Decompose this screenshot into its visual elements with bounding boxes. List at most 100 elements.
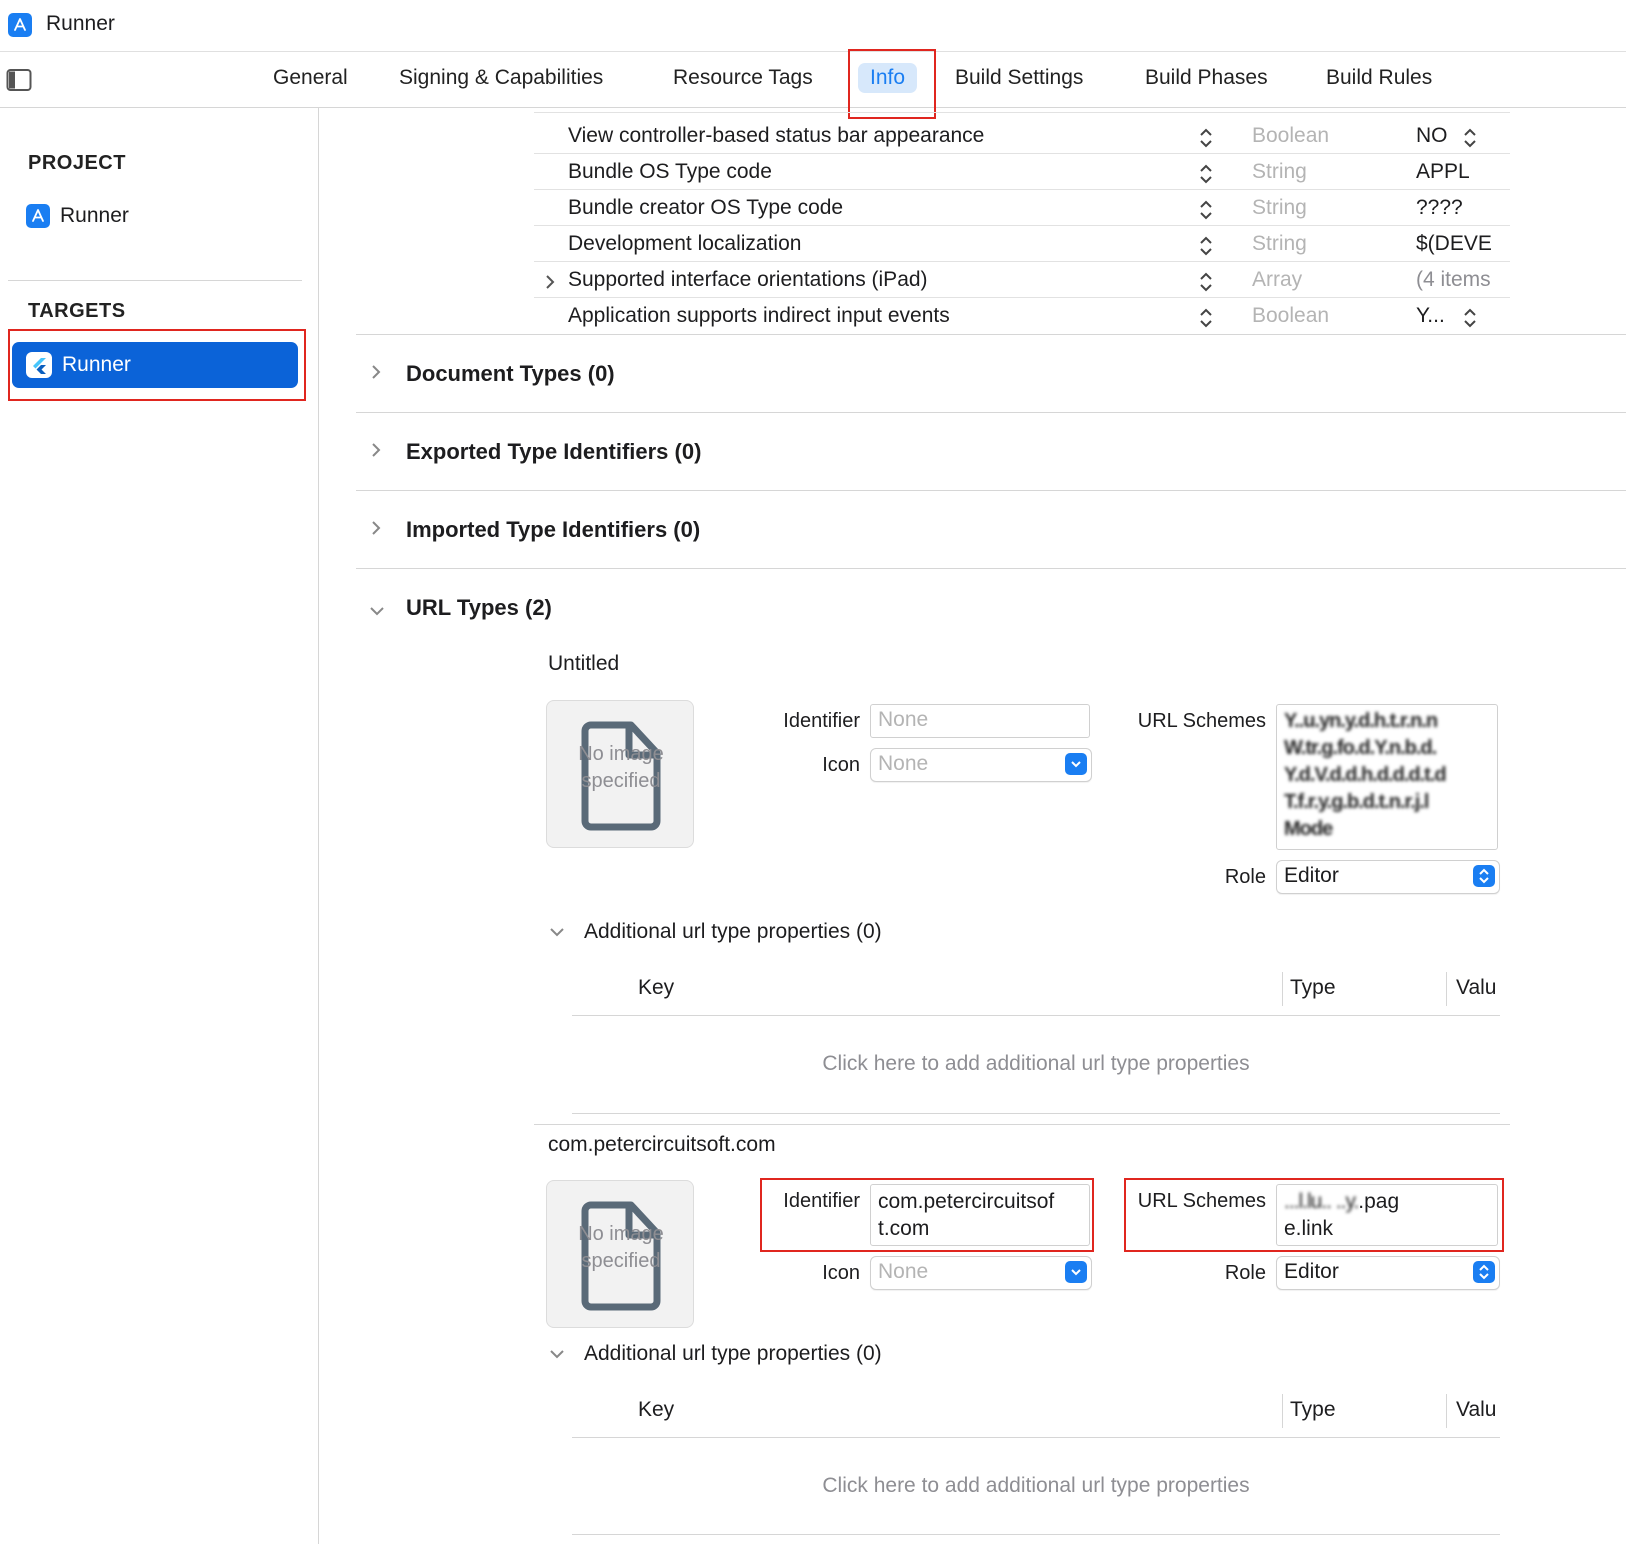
section-url-types[interactable]: URL Types (2) xyxy=(356,569,1626,647)
column-value[interactable]: Valu xyxy=(1456,976,1500,1000)
url-scheme-line: Y.d.V.d.d.h.d.d.d.t.d xyxy=(1284,764,1447,786)
icon-label: Icon xyxy=(822,1262,860,1284)
plist-value[interactable]: $(DEVE xyxy=(1416,232,1510,256)
up-down-chevron-icon xyxy=(1473,1261,1495,1283)
chevron-down-icon[interactable] xyxy=(368,599,386,623)
plist-row[interactable]: Application supports indirect input even… xyxy=(534,298,1510,334)
role-popup-value: Editor xyxy=(1284,1260,1339,1283)
plist-key: Bundle OS Type code xyxy=(568,160,772,183)
plist-type: Boolean xyxy=(1252,124,1330,147)
identifier-field[interactable]: None xyxy=(870,704,1090,738)
project-item-runner[interactable]: Runner xyxy=(26,204,129,228)
url-schemes-highlight xyxy=(1124,1178,1504,1252)
up-down-chevron-icon xyxy=(1473,865,1495,887)
icon-popup[interactable]: None xyxy=(870,748,1092,782)
column-value[interactable]: Valu xyxy=(1456,1398,1500,1422)
plist-value[interactable]: (4 items xyxy=(1416,268,1510,292)
plist-row[interactable]: Bundle OS Type code String APPL xyxy=(534,154,1510,190)
project-heading: PROJECT xyxy=(28,152,126,174)
plist-type: String xyxy=(1252,196,1307,219)
chevron-down-icon[interactable] xyxy=(548,920,566,944)
url-scheme-line: Y..u.yn.y.d.h.t.r.n.n xyxy=(1284,710,1438,732)
stepper-icon[interactable] xyxy=(1198,306,1214,336)
plist-value[interactable]: Y... xyxy=(1416,304,1456,328)
role-popup[interactable]: Editor xyxy=(1276,1256,1500,1290)
disclosure-chevron-right-icon[interactable] xyxy=(544,272,556,296)
column-divider xyxy=(1282,1394,1283,1428)
section-title: Imported Type Identifiers (0) xyxy=(406,517,701,542)
identifier-label: Identifier xyxy=(783,710,860,732)
sidebar-toggle-icon[interactable] xyxy=(6,68,32,98)
sidebar-divider[interactable] xyxy=(318,108,319,1544)
chevron-right-icon[interactable] xyxy=(370,363,382,387)
role-label: Role xyxy=(1224,1262,1266,1284)
plist-top-line xyxy=(534,112,1510,113)
url-type-image-well[interactable]: No image specified xyxy=(546,1180,694,1328)
tab-resource-tags[interactable]: Resource Tags xyxy=(673,66,813,90)
plist-row[interactable]: Supported interface orientations (iPad) … xyxy=(534,262,1510,298)
chevron-right-icon[interactable] xyxy=(370,519,382,543)
plist-key: Development localization xyxy=(568,232,802,255)
no-image-text: No image specified xyxy=(578,1223,664,1272)
stepper-icon[interactable] xyxy=(1462,126,1478,156)
column-key[interactable]: Key xyxy=(638,976,674,1000)
url-scheme-line: Mode xyxy=(1284,818,1333,840)
additional-properties-title: Additional url type properties (0) xyxy=(584,920,882,943)
chevron-down-icon xyxy=(1065,753,1087,775)
section-imported-types[interactable]: Imported Type Identifiers (0) xyxy=(356,491,1626,569)
column-key[interactable]: Key xyxy=(638,1398,674,1422)
plist-type: Boolean xyxy=(1252,304,1330,327)
tab-build-phases[interactable]: Build Phases xyxy=(1145,66,1268,90)
table-bottom-line xyxy=(572,1113,1500,1114)
icon-popup-value: None xyxy=(878,752,929,775)
chevron-down-icon[interactable] xyxy=(548,1342,566,1366)
stepper-icon[interactable] xyxy=(1462,306,1478,336)
url-type-image-well[interactable]: No image specified xyxy=(546,700,694,848)
table-header-line xyxy=(572,1437,1500,1438)
stepper-icon[interactable] xyxy=(1198,270,1214,300)
url-type-name: Untitled xyxy=(548,652,620,675)
column-divider xyxy=(1446,972,1447,1006)
url-type-separator xyxy=(534,1124,1510,1125)
plist-row[interactable]: Development localization String $(DEVE xyxy=(534,226,1510,262)
column-divider xyxy=(1446,1394,1447,1428)
additional-properties-header[interactable]: Additional url type properties (0) xyxy=(548,1342,882,1366)
add-properties-hint[interactable]: Click here to add additional url type pr… xyxy=(572,1474,1500,1498)
project-item-label: Runner xyxy=(60,204,129,227)
role-popup[interactable]: Editor xyxy=(1276,860,1500,894)
section-document-types[interactable]: Document Types (0) xyxy=(356,335,1626,413)
no-image-text: No image specified xyxy=(578,743,664,792)
role-label: Role xyxy=(1224,866,1266,888)
section-title: URL Types (2) xyxy=(406,595,552,620)
stepper-icon[interactable] xyxy=(1198,126,1214,156)
section-exported-types[interactable]: Exported Type Identifiers (0) xyxy=(356,413,1626,491)
icon-popup-value: None xyxy=(878,1260,929,1283)
icon-label: Icon xyxy=(822,754,860,776)
add-properties-hint[interactable]: Click here to add additional url type pr… xyxy=(572,1052,1500,1076)
stepper-icon[interactable] xyxy=(1198,162,1214,192)
chevron-right-icon[interactable] xyxy=(370,441,382,465)
column-divider xyxy=(1282,972,1283,1006)
tab-general[interactable]: General xyxy=(273,66,348,90)
stepper-icon[interactable] xyxy=(1198,234,1214,264)
plist-value[interactable]: ???? xyxy=(1416,196,1510,220)
section-title: Exported Type Identifiers (0) xyxy=(406,439,702,464)
plist-key: Supported interface orientations (iPad) xyxy=(568,268,928,291)
plist-row[interactable]: View controller-based status bar appeara… xyxy=(534,118,1510,154)
column-type[interactable]: Type xyxy=(1290,1398,1336,1422)
plist-value[interactable]: APPL xyxy=(1416,160,1510,184)
additional-properties-header[interactable]: Additional url type properties (0) xyxy=(548,920,882,944)
plist-value[interactable]: NO xyxy=(1416,124,1466,148)
plist-row[interactable]: Bundle creator OS Type code String ???? xyxy=(534,190,1510,226)
url-scheme-line: T.f.r.y.g.b.d.t.n.r.j.l xyxy=(1284,791,1429,813)
plist-type: String xyxy=(1252,232,1307,255)
tab-signing-capabilities[interactable]: Signing & Capabilities xyxy=(399,66,603,90)
editor-tab-bar: General Signing & Capabilities Resource … xyxy=(0,52,1626,108)
icon-popup[interactable]: None xyxy=(870,1256,1092,1290)
tab-build-settings[interactable]: Build Settings xyxy=(955,66,1083,90)
stepper-icon[interactable] xyxy=(1198,198,1214,228)
section-title: Document Types (0) xyxy=(406,361,615,386)
tab-build-rules[interactable]: Build Rules xyxy=(1326,66,1432,90)
column-type[interactable]: Type xyxy=(1290,976,1336,1000)
url-schemes-field[interactable]: Y..u.yn.y.d.h.t.r.n.n W.tr.g.fo.d.Y.n.b.… xyxy=(1276,704,1498,850)
